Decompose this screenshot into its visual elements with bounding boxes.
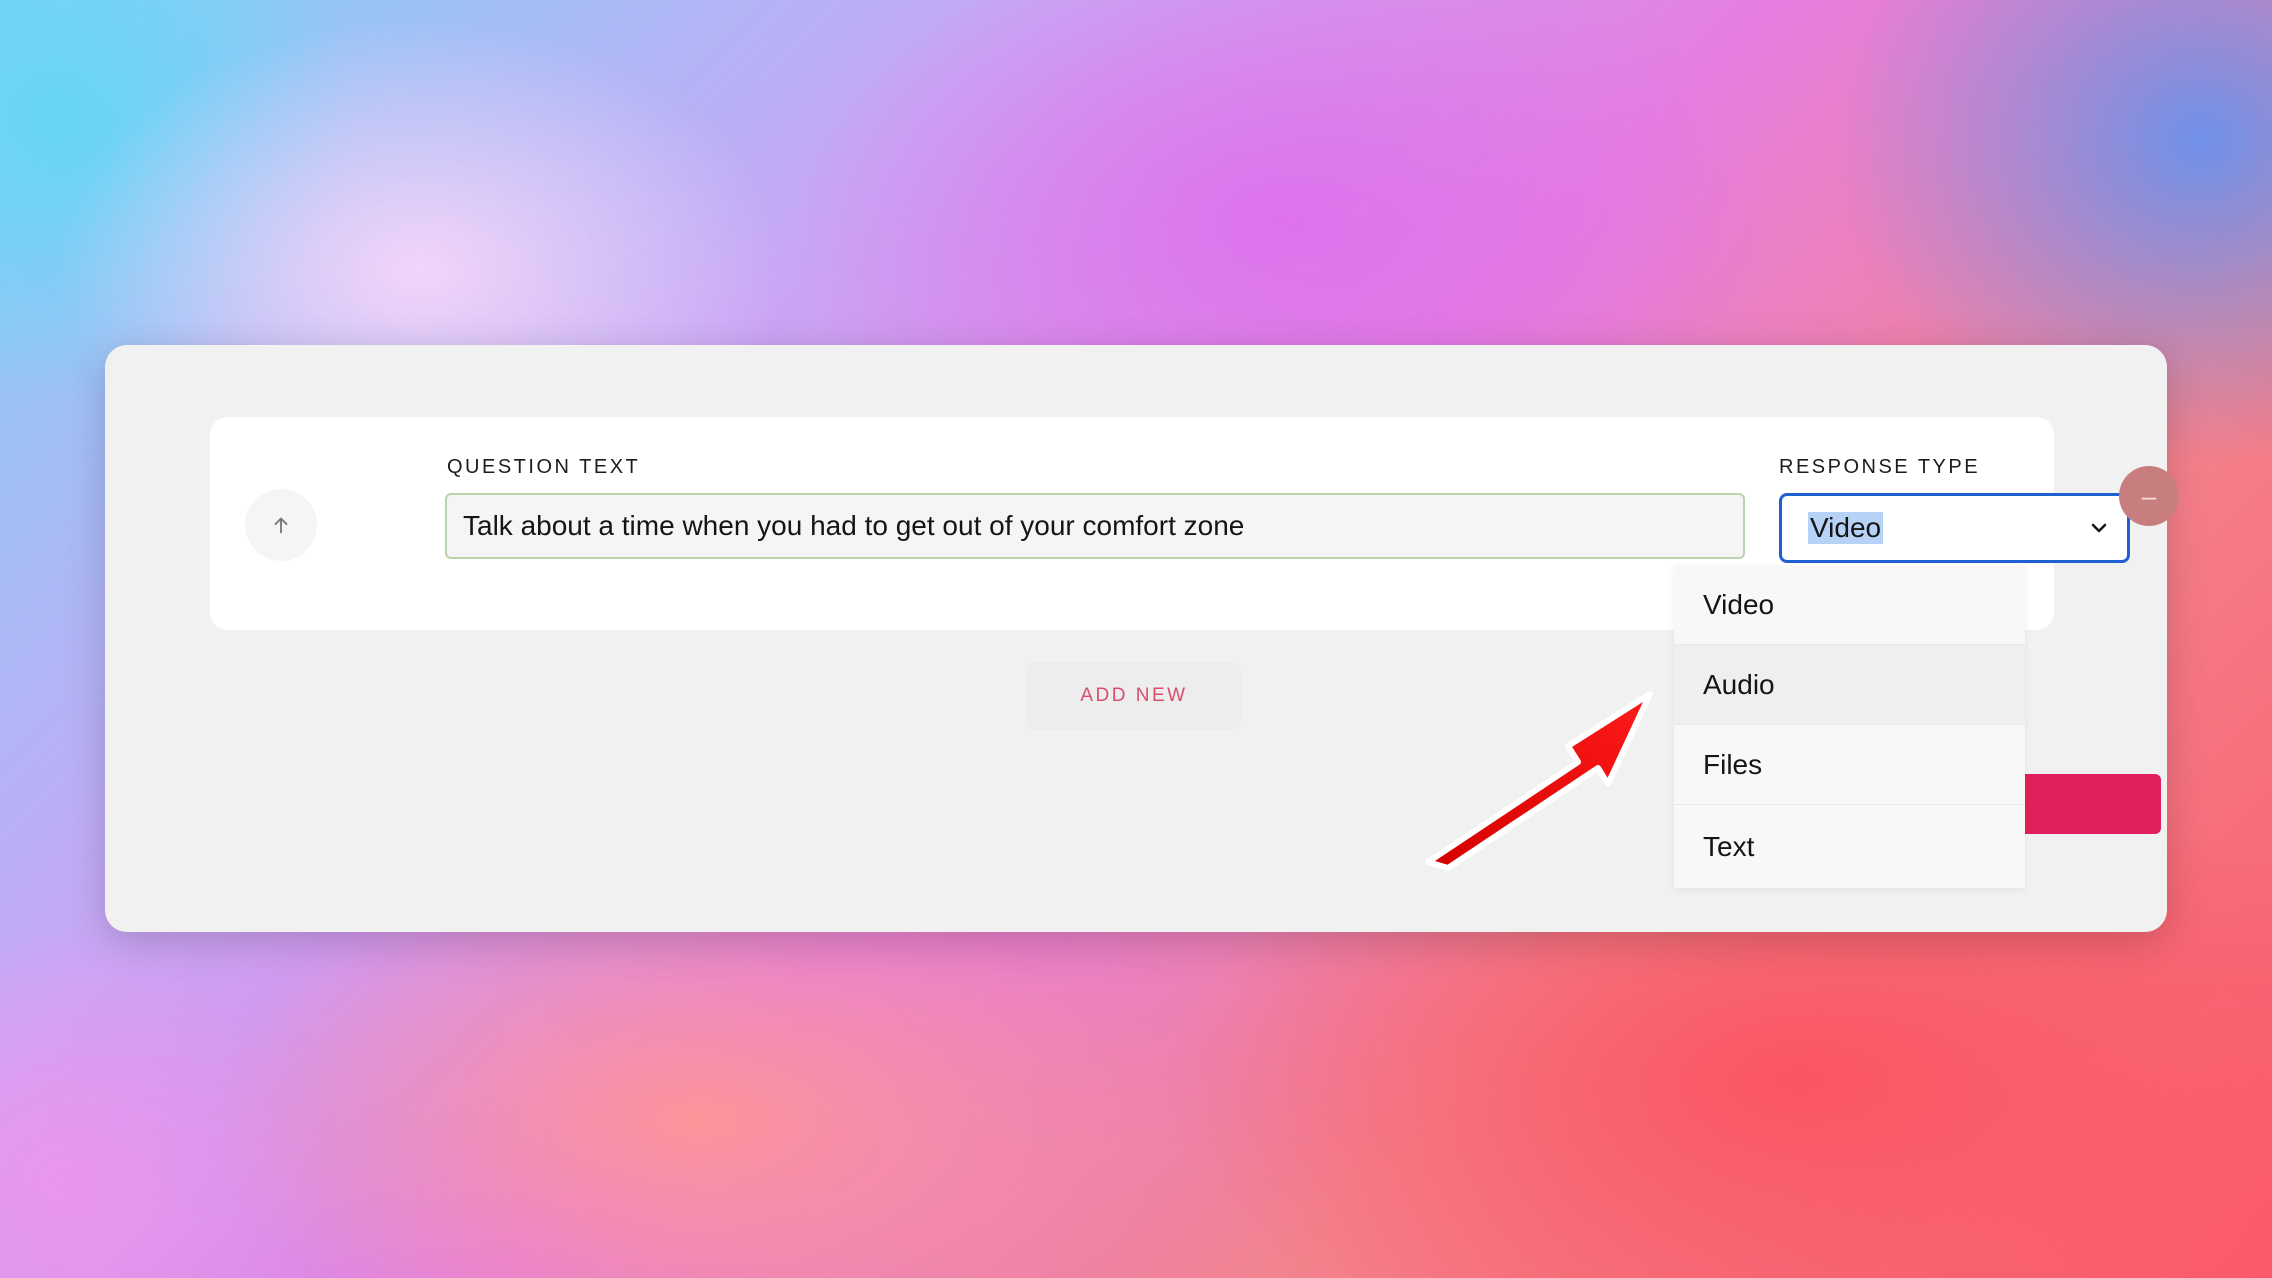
response-type-dropdown: Video Audio Files Text	[1674, 565, 2025, 888]
save-button[interactable]	[2012, 774, 2161, 834]
move-up-button[interactable]	[245, 489, 317, 561]
response-type-selected-value: Video	[1808, 512, 1884, 544]
response-type-select[interactable]: Video	[1779, 493, 2130, 563]
question-text-input[interactable]: Talk about a time when you had to get ou…	[445, 493, 1745, 559]
remove-question-button[interactable]: –	[2119, 466, 2179, 526]
option-audio[interactable]: Audio	[1674, 645, 2025, 725]
option-video[interactable]: Video	[1674, 565, 2025, 645]
red-arrow-annotation	[1425, 691, 1653, 871]
response-type-label: RESPONSE TYPE	[1779, 456, 1981, 478]
option-text[interactable]: Text	[1674, 805, 2025, 888]
arrow-up-icon	[274, 517, 288, 534]
chevron-down-icon	[2091, 523, 2107, 533]
question-editor-window: QUESTION TEXT Talk about a time when you…	[105, 345, 2179, 932]
question-text-label: QUESTION TEXT	[447, 456, 641, 478]
option-files[interactable]: Files	[1674, 725, 2025, 805]
add-new-button[interactable]: ADD NEW	[1027, 662, 1241, 730]
